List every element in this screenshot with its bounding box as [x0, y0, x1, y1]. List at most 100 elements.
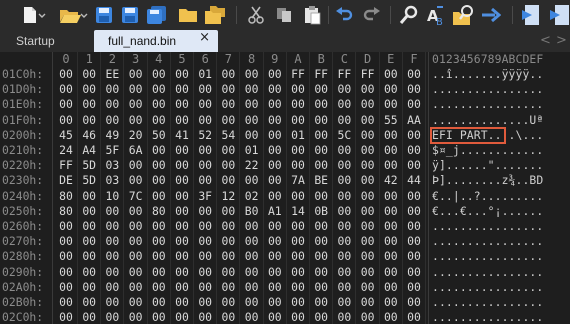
hex-byte[interactable]: 00	[195, 296, 215, 309]
ascii-text[interactable]: ÿ]......".......	[432, 159, 543, 172]
hex-byte[interactable]: A4	[79, 144, 99, 157]
ascii-text[interactable]: ..î.......ÿÿÿÿ..	[432, 68, 543, 81]
ascii-text[interactable]: ................	[432, 280, 543, 294]
hex-byte[interactable]: 00	[56, 113, 76, 127]
hex-byte[interactable]: 00	[56, 265, 76, 279]
hex-byte[interactable]: 00	[334, 83, 354, 96]
hex-byte[interactable]: 55	[381, 113, 401, 127]
ascii-text[interactable]: ................	[432, 235, 543, 248]
hex-byte[interactable]: 00	[358, 311, 378, 324]
hex-byte[interactable]: 00	[102, 204, 122, 218]
hex-byte[interactable]: 00	[358, 250, 378, 263]
hex-byte[interactable]: 00	[358, 159, 378, 172]
hex-byte[interactable]: 00	[126, 174, 146, 187]
ascii-text[interactable]: ................	[432, 98, 543, 111]
hex-byte[interactable]: 00	[172, 311, 192, 324]
bookmark-icon[interactable]	[520, 4, 544, 26]
hex-byte[interactable]: 00	[288, 113, 308, 127]
hex-byte[interactable]: FF	[334, 68, 354, 81]
hex-byte[interactable]: 00	[242, 220, 262, 233]
save-as-icon[interactable]	[120, 4, 140, 26]
hex-byte[interactable]: 00	[334, 296, 354, 309]
hex-byte[interactable]: 00	[381, 235, 401, 248]
hex-byte[interactable]: 00	[126, 311, 146, 324]
hex-byte[interactable]: 00	[288, 280, 308, 294]
hex-byte[interactable]: 00	[265, 68, 285, 81]
hex-byte[interactable]: 00	[288, 235, 308, 248]
hex-byte[interactable]: 00	[79, 311, 99, 324]
hex-byte[interactable]: 00	[56, 68, 76, 81]
hex-byte[interactable]: 00	[149, 68, 169, 81]
hex-byte[interactable]: 00	[381, 144, 401, 157]
hex-byte[interactable]: 00	[102, 265, 122, 279]
close-icon[interactable]: ×	[199, 30, 210, 45]
hex-byte[interactable]: 00	[172, 250, 192, 263]
hex-byte[interactable]: 00	[102, 250, 122, 263]
hex-byte[interactable]: 00	[311, 98, 331, 111]
hex-byte[interactable]: 00	[404, 98, 424, 111]
goto-icon[interactable]	[480, 4, 502, 26]
hex-byte[interactable]: 6A	[126, 144, 146, 157]
hex-byte[interactable]: 54	[218, 128, 238, 142]
hex-byte[interactable]: 00	[195, 159, 215, 172]
hex-byte[interactable]: 7A	[288, 174, 308, 187]
next-bookmark-icon[interactable]	[548, 4, 570, 26]
hex-byte[interactable]: 00	[242, 250, 262, 263]
hex-byte[interactable]: 00	[102, 83, 122, 96]
hex-byte[interactable]: 00	[334, 174, 354, 187]
hex-byte[interactable]: 00	[126, 250, 146, 263]
hex-byte[interactable]: 00	[358, 174, 378, 187]
hex-byte[interactable]: 00	[149, 113, 169, 127]
hex-byte[interactable]: 00	[311, 250, 331, 263]
hex-byte[interactable]: 00	[404, 204, 424, 218]
hex-byte[interactable]: 00	[265, 220, 285, 233]
hex-byte[interactable]: EE	[102, 68, 122, 81]
hex-byte[interactable]: 00	[172, 296, 192, 309]
hex-byte[interactable]: 00	[195, 265, 215, 279]
hex-byte[interactable]: 00	[102, 113, 122, 127]
hex-byte[interactable]: 00	[381, 311, 401, 324]
hex-byte[interactable]: 00	[265, 311, 285, 324]
hex-byte[interactable]: 00	[195, 220, 215, 233]
hex-byte[interactable]: 00	[288, 250, 308, 263]
hex-byte[interactable]: 00	[172, 235, 192, 248]
hex-byte[interactable]: 00	[218, 235, 238, 248]
hex-byte[interactable]: 00	[102, 235, 122, 248]
hex-byte[interactable]: 00	[102, 296, 122, 309]
hex-byte[interactable]: 00	[218, 311, 238, 324]
hex-byte[interactable]: 00	[126, 113, 146, 127]
hex-byte[interactable]: 00	[218, 159, 238, 172]
hex-byte[interactable]: 00	[381, 204, 401, 218]
hex-byte[interactable]: 00	[265, 174, 285, 187]
hex-byte[interactable]: 00	[126, 296, 146, 309]
hex-byte[interactable]: 00	[265, 280, 285, 294]
hex-byte[interactable]: 00	[218, 280, 238, 294]
hex-byte[interactable]: 00	[149, 83, 169, 96]
find-in-files-icon[interactable]	[452, 4, 476, 26]
hex-byte[interactable]: 24	[56, 144, 76, 157]
hex-byte[interactable]: 00	[195, 174, 215, 187]
hex-byte[interactable]: 00	[311, 280, 331, 294]
hex-byte[interactable]: 00	[56, 296, 76, 309]
paste-icon[interactable]	[302, 4, 322, 26]
hex-byte[interactable]: 00	[334, 98, 354, 111]
hex-byte[interactable]: 00	[358, 280, 378, 294]
hex-byte[interactable]: 00	[126, 98, 146, 111]
hex-byte[interactable]: 10	[102, 189, 122, 203]
hex-byte[interactable]: 00	[358, 235, 378, 248]
hex-byte[interactable]: 00	[404, 159, 424, 172]
hex-byte[interactable]: 00	[126, 220, 146, 233]
hex-byte[interactable]: 00	[334, 235, 354, 248]
hex-byte[interactable]: 00	[172, 159, 192, 172]
hex-byte[interactable]: 00	[218, 68, 238, 81]
hex-byte[interactable]: 00	[381, 128, 401, 142]
hex-byte[interactable]: 00	[358, 128, 378, 142]
hex-byte[interactable]: 00	[288, 296, 308, 309]
hex-byte[interactable]: 52	[195, 128, 215, 142]
hex-byte[interactable]: 50	[149, 128, 169, 142]
hex-byte[interactable]: 00	[334, 250, 354, 263]
hex-byte[interactable]: 00	[56, 250, 76, 263]
hex-byte[interactable]: 00	[242, 235, 262, 248]
hex-byte[interactable]: 00	[381, 189, 401, 203]
hex-byte[interactable]: FF	[358, 68, 378, 81]
